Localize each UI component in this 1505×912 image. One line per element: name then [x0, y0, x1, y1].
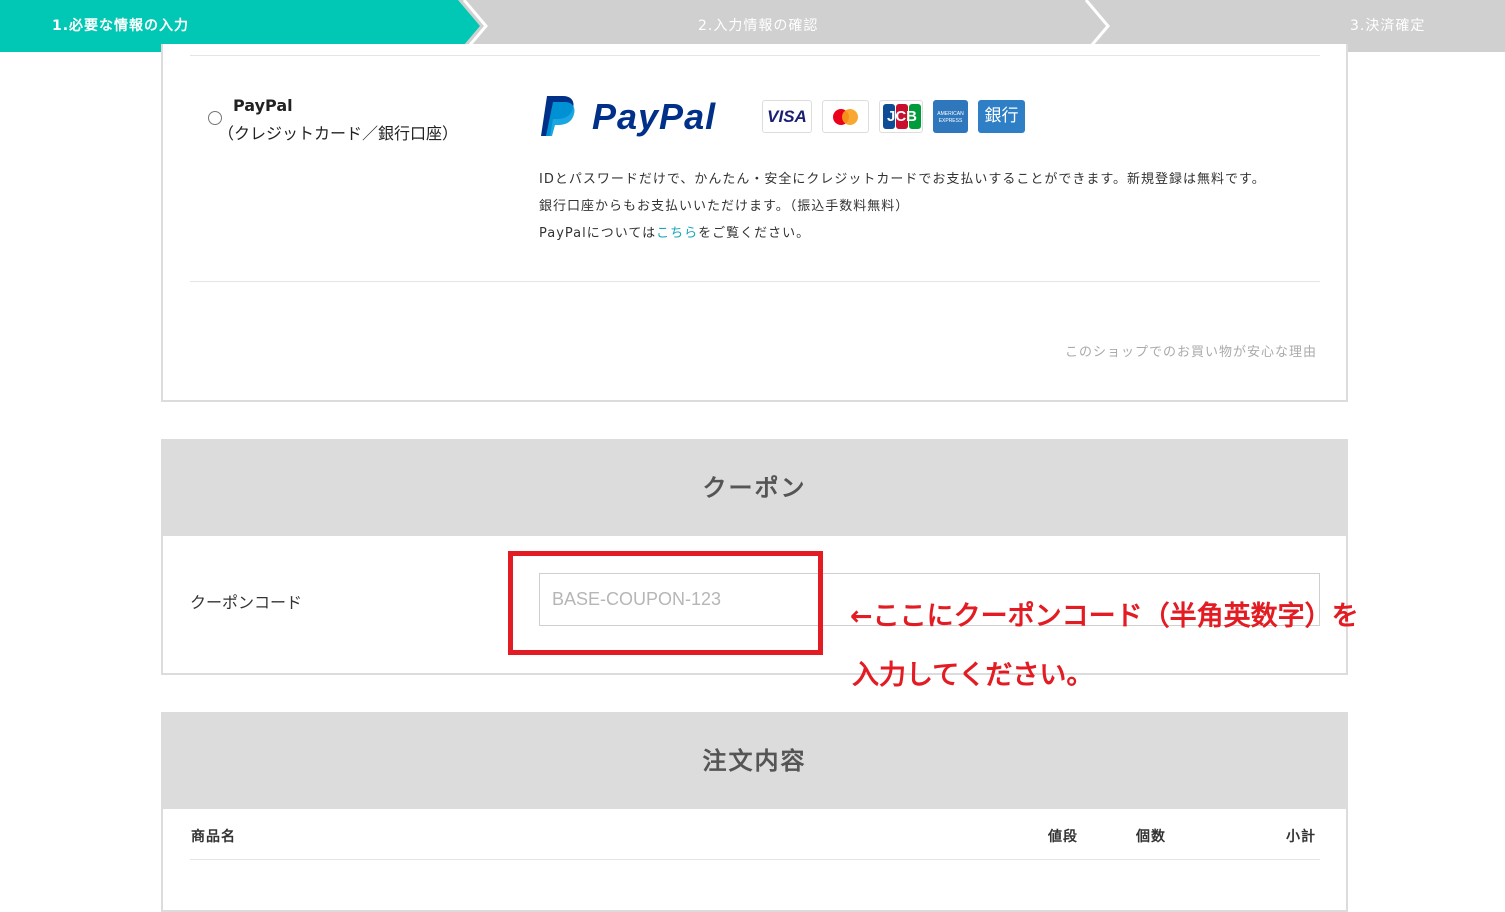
jcb-label: JCB — [886, 108, 917, 125]
visa-card-icon: VISA — [762, 100, 812, 133]
paypal-wordmark: PayPal — [592, 96, 716, 138]
mastercard-icon — [822, 100, 869, 133]
paypal-desc-line2: 銀行口座からもお支払いいただけます。（振込手数料無料） — [539, 199, 910, 214]
order-header-quantity: 個数 — [1136, 829, 1166, 845]
paypal-desc-line1: IDとパスワードだけで、かんたん・安全にクレジットカードでお支払いすることができ… — [539, 172, 1266, 187]
paypal-desc-line3-post: をご覧ください。 — [698, 226, 811, 241]
coupon-annotation-line1: ←ここにクーポンコード（半角英数字）を — [850, 601, 1359, 632]
paypal-option-subtitle: （クレジットカード／銀行口座） — [218, 124, 459, 143]
coupon-annotation-line2: 入力してください。 — [852, 660, 1094, 691]
paypal-option-name[interactable]: PayPal — [233, 96, 293, 115]
bank-icon: 銀行 — [978, 100, 1025, 133]
step-3-label: 3.決済確定 — [1350, 18, 1426, 34]
paypal-desc-line3: PayPalについてはこちらをご覧ください。 — [539, 222, 810, 241]
mastercard-circles — [833, 109, 858, 125]
divider-top — [190, 55, 1320, 56]
safe-shopping-reason-link[interactable]: このショップでのお買い物が安心な理由 — [1065, 341, 1317, 360]
paypal-wordmark-text: PayPal — [592, 96, 717, 137]
divider-bottom — [190, 281, 1320, 282]
paypal-about-link[interactable]: こちら — [656, 226, 698, 241]
order-header-divider — [190, 859, 1320, 860]
order-header-subtotal: 小計 — [1286, 829, 1316, 845]
coupon-code-label: クーポンコード — [190, 593, 303, 612]
order-title: 注文内容 — [163, 714, 1346, 809]
paypal-p-logo-icon — [541, 96, 575, 136]
order-header-price: 値段 — [1048, 829, 1078, 845]
order-box: 注文内容 — [161, 712, 1348, 912]
amex-label: AMERICAN EXPRESS — [937, 111, 964, 124]
jcb-card-icon: JCB — [879, 100, 923, 133]
coupon-box: クーポン — [161, 439, 1348, 675]
bank-label: 銀行 — [984, 106, 1019, 126]
amex-card-icon: AMERICAN EXPRESS — [933, 100, 968, 133]
order-header-product: 商品名 — [191, 829, 236, 845]
visa-label: VISA — [767, 107, 807, 126]
paypal-desc-line3-pre: PayPalについては — [539, 226, 657, 241]
coupon-title: クーポン — [163, 441, 1346, 536]
